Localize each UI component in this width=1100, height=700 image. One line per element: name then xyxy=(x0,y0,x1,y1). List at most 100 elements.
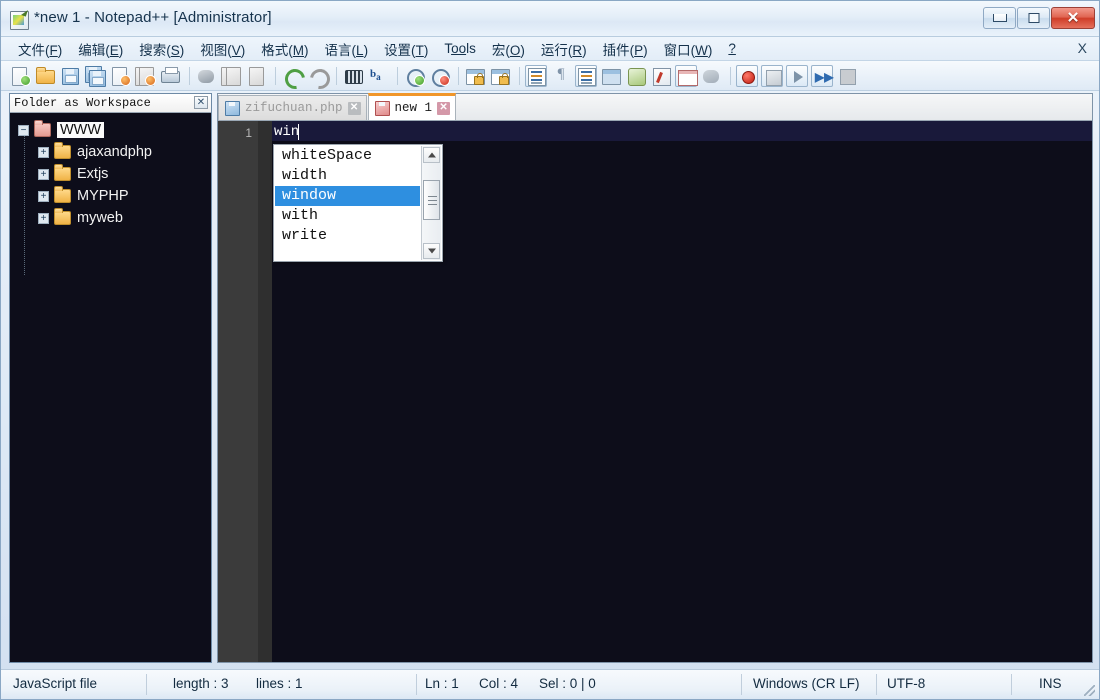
menu-item-language[interactable]: 语言(L) xyxy=(318,37,376,61)
menu-bar: 文件(F) 编辑(E) 搜索(S) 视图(V) 格式(M) 语言(L) 设置(T… xyxy=(1,37,1099,61)
scrollbar-thumb[interactable] xyxy=(423,180,440,220)
menu-item-settings[interactable]: 设置(T) xyxy=(377,37,435,61)
scroll-up-arrow-icon[interactable] xyxy=(423,147,440,163)
word-wrap-icon[interactable] xyxy=(525,64,547,87)
user-defined-language-icon[interactable] xyxy=(600,65,622,87)
macro-stop-icon[interactable] xyxy=(761,64,783,87)
menu-accel-search: S xyxy=(170,42,180,58)
menu-item-format[interactable]: 格式(M) xyxy=(254,37,315,61)
menu-accel-view: V xyxy=(231,42,241,58)
show-all-chars-icon[interactable]: ¶ xyxy=(550,65,572,87)
menu-item-tools[interactable]: Tools xyxy=(437,39,483,58)
macro-playback-multiple-icon[interactable]: ▶▶ xyxy=(811,64,833,87)
tree-item-myweb[interactable]: + myweb xyxy=(10,207,211,229)
close-all-icon[interactable] xyxy=(134,65,156,87)
autocomplete-popup[interactable]: whiteSpace width window with write xyxy=(273,144,443,262)
unsaved-file-icon xyxy=(374,100,390,116)
autocomplete-list: whiteSpace width window with write xyxy=(275,146,420,246)
autocomplete-item-width[interactable]: width xyxy=(275,166,420,186)
menu-item-view[interactable]: 视图(V) xyxy=(193,37,252,61)
menu-accel-language: L xyxy=(356,42,364,58)
save-icon[interactable] xyxy=(59,65,81,87)
status-insert-mode: INS xyxy=(1039,676,1062,691)
indent-guide-icon[interactable] xyxy=(575,64,597,87)
tab-close-icon[interactable]: ✕ xyxy=(347,101,361,115)
menu-item-edit[interactable]: 编辑(E) xyxy=(71,37,130,61)
autocomplete-item-write[interactable]: write xyxy=(275,226,420,246)
status-divider xyxy=(1011,674,1012,695)
autocomplete-item-with[interactable]: with xyxy=(275,206,420,226)
macro-play-icon[interactable] xyxy=(786,64,808,87)
text-caret xyxy=(298,124,299,140)
new-file-icon[interactable] xyxy=(9,65,31,87)
workspace-header: Folder as Workspace ✕ xyxy=(10,94,211,113)
zoom-in-icon[interactable] xyxy=(403,65,425,87)
workspace-close-button[interactable]: ✕ xyxy=(194,96,208,109)
autocomplete-scrollbar[interactable] xyxy=(421,146,441,260)
expand-toggle-icon[interactable]: + xyxy=(38,168,49,180)
undo-icon[interactable] xyxy=(281,64,309,93)
find-icon[interactable] xyxy=(342,65,364,87)
menu-post-edit: ) xyxy=(118,42,124,58)
function-list-icon[interactable] xyxy=(650,65,672,87)
replace-icon[interactable]: ba xyxy=(367,65,389,87)
status-divider xyxy=(741,674,742,695)
collapse-toggle-icon[interactable]: − xyxy=(18,124,29,136)
status-eol-format: Windows (CR LF) xyxy=(753,676,860,691)
save-all-icon[interactable] xyxy=(84,65,106,87)
tab-zifuchuan-php[interactable]: zifuchuan.php ✕ xyxy=(218,95,367,120)
macro-save-icon[interactable] xyxy=(836,65,858,87)
macro-record-icon[interactable] xyxy=(736,64,758,87)
scroll-down-arrow-icon[interactable] xyxy=(423,243,440,259)
menu-label-settings: 设置( xyxy=(384,42,416,58)
zoom-out-icon[interactable] xyxy=(428,65,450,87)
menu-item-macro[interactable]: 宏(O) xyxy=(485,37,532,61)
menu-item-run[interactable]: 运行(R) xyxy=(534,37,594,61)
expand-toggle-icon[interactable]: + xyxy=(38,146,49,158)
print-icon[interactable] xyxy=(159,65,181,87)
monitoring-icon[interactable] xyxy=(700,65,722,87)
autocomplete-item-whitespace[interactable]: whiteSpace xyxy=(275,146,420,166)
minimize-button[interactable] xyxy=(983,7,1016,29)
menu-item-search[interactable]: 搜索(S) xyxy=(132,37,191,61)
menu-item-plugins[interactable]: 插件(P) xyxy=(596,37,655,61)
menu-item-window[interactable]: 窗口(W) xyxy=(657,37,720,61)
tree-item-www[interactable]: − WWW xyxy=(10,119,211,141)
tree-item-myphp[interactable]: + MYPHP xyxy=(10,185,211,207)
menu-post-window: ) xyxy=(707,42,713,58)
show-doc-map-icon[interactable] xyxy=(625,65,647,87)
close-file-icon[interactable] xyxy=(109,65,131,87)
sync-horizontal-scroll-icon[interactable] xyxy=(489,65,511,87)
folder-icon xyxy=(54,164,71,181)
expand-toggle-icon[interactable]: + xyxy=(38,190,49,202)
menu-item-file[interactable]: 文件(F) xyxy=(11,37,69,61)
menu-accel-tools: oo xyxy=(451,41,467,56)
tree-item-extjs[interactable]: + Extjs xyxy=(10,163,211,185)
tree-item-ajaxandphp[interactable]: + ajaxandphp xyxy=(10,141,211,163)
restore-button[interactable] xyxy=(1017,7,1050,29)
expand-toggle-icon[interactable]: + xyxy=(38,212,49,224)
menu-post-file: ) xyxy=(57,42,63,58)
open-file-icon[interactable] xyxy=(34,65,56,87)
status-divider xyxy=(416,674,417,695)
close-icon: ✕ xyxy=(1066,9,1080,27)
copy-icon[interactable] xyxy=(220,65,242,87)
close-button[interactable]: ✕ xyxy=(1051,7,1095,29)
menu-post-search: ) xyxy=(179,42,185,58)
fold-margin[interactable] xyxy=(258,121,272,662)
cut-icon[interactable] xyxy=(195,65,217,87)
paste-icon[interactable] xyxy=(245,65,267,87)
autocomplete-item-window[interactable]: window xyxy=(275,186,420,206)
status-lines: lines : 1 xyxy=(256,676,303,691)
tab-close-icon[interactable]: ✕ xyxy=(437,101,451,115)
toolbar-separator xyxy=(397,66,398,85)
menu-item-help[interactable]: ? xyxy=(721,39,743,58)
close-document-button[interactable]: X xyxy=(1078,40,1087,56)
folder-as-workspace-icon[interactable] xyxy=(675,64,698,87)
resize-grip-icon[interactable] xyxy=(1084,685,1095,696)
tab-new-1[interactable]: new 1 ✕ xyxy=(367,93,457,120)
redo-icon[interactable] xyxy=(306,64,334,93)
saved-file-icon xyxy=(225,100,240,116)
sync-vertical-scroll-icon[interactable] xyxy=(464,65,486,87)
folder-as-workspace-panel: Folder as Workspace ✕ − WWW + ajaxandphp… xyxy=(9,93,212,663)
